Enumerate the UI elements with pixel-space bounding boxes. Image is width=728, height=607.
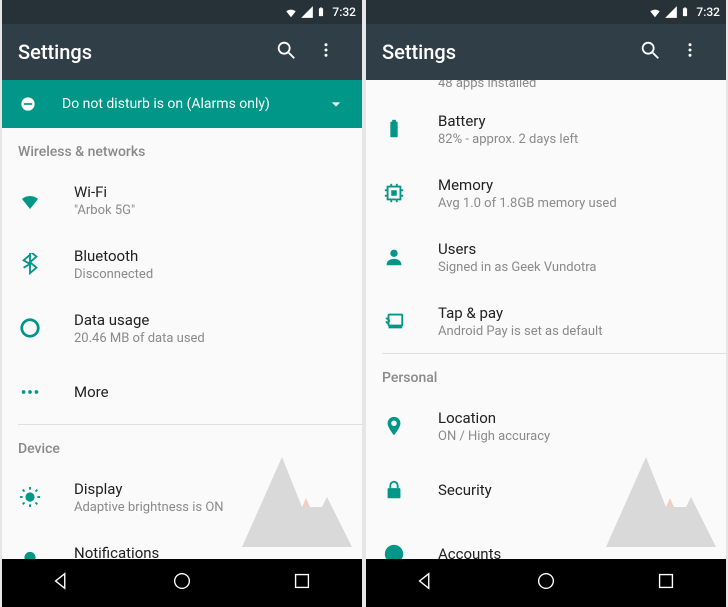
recent-icon [655,570,677,592]
battery-icon [383,118,405,140]
item-sub: Adaptive brightness is ON [74,500,224,515]
home-icon [171,570,193,592]
item-title: Notifications [74,544,172,560]
user-icon [383,246,405,268]
brightness-icon [19,486,41,508]
item-battery[interactable]: Battery 82% - approx. 2 days left [366,97,726,161]
bluetooth-icon [19,253,41,275]
nav-bar [366,559,726,607]
section-personal: Personal [366,354,726,394]
dnd-banner[interactable]: Do not disturb is on (Alarms only) [2,80,362,128]
item-users[interactable]: Users Signed in as Geek Vundotra [366,225,726,289]
nav-recent[interactable] [291,570,313,596]
item-notifications[interactable]: Notifications48 apps installed [2,529,362,559]
accounts-icon [383,543,405,559]
battery-icon [316,5,326,19]
item-bluetooth[interactable]: Bluetooth Disconnected [2,232,362,296]
signal-icon [664,5,678,19]
overflow-button[interactable] [306,39,346,66]
more-vert-icon [317,39,335,61]
location-icon [383,415,405,437]
wifi-icon [18,188,42,212]
section-wireless: Wireless & networks [2,128,362,168]
status-time: 7:32 [696,5,720,19]
nav-recent[interactable] [655,570,677,596]
back-icon [51,570,73,592]
app-bar: Settings [366,24,726,80]
item-tap-pay[interactable]: Tap & pay Android Pay is set as default [366,289,726,353]
search-button[interactable] [630,39,670,66]
item-display[interactable]: Display Adaptive brightness is ON [2,465,362,529]
status-bar: 7:32 [2,0,362,24]
page-title: Settings [18,40,266,64]
settings-list[interactable]: 48 apps installed Battery 82% - approx. 2… [366,80,726,559]
item-accounts[interactable]: Accounts [366,522,726,559]
app-bar: Settings [2,24,362,80]
data-usage-icon [19,317,41,339]
back-icon [415,570,437,592]
item-sub: Signed in as Geek Vundotra [438,260,597,275]
item-memory[interactable]: Memory Avg 1.0 of 1.8GB memory used [366,161,726,225]
home-icon [535,570,557,592]
battery-icon [680,5,690,19]
more-horiz-icon [19,381,41,403]
nav-bar [2,559,362,607]
item-title: Security [438,481,492,499]
nav-home[interactable] [171,570,193,596]
phone-left: 7:32 Settings Do not disturb is on (Alar… [2,0,362,607]
status-bar: 7:32 [366,0,726,24]
item-title: More [74,383,109,401]
page-title: Settings [382,40,630,64]
dnd-icon [18,94,38,114]
item-data-usage[interactable]: Data usage 20.46 MB of data used [2,296,362,360]
search-button[interactable] [266,39,306,66]
wifi-icon [284,5,298,19]
item-title: Memory [438,176,617,194]
nav-back[interactable] [51,570,73,596]
item-sub: Disconnected [74,267,153,282]
memory-icon [383,182,405,204]
item-sub: 82% - approx. 2 days left [438,132,578,147]
expand-icon [326,94,346,114]
dnd-message: Do not disturb is on (Alarms only) [62,96,302,112]
phone-right: 7:32 Settings 48 apps installed Battery 8… [366,0,726,607]
item-sub: Android Pay is set as default [438,324,602,339]
overflow-button[interactable] [670,39,710,66]
item-sub: 20.46 MB of data used [74,331,205,346]
item-sub: Avg 1.0 of 1.8GB memory used [438,196,617,211]
bell-icon [19,550,41,559]
tap-pay-icon [383,310,405,332]
item-location[interactable]: Location ON / High accuracy [366,394,726,458]
item-sub: ON / High accuracy [438,429,550,444]
item-title: Bluetooth [74,247,153,265]
section-device: Device [2,425,362,465]
wifi-icon [648,5,662,19]
item-title: Users [438,240,597,258]
item-sub: "Arbok 5G" [74,203,135,218]
truncated-subtitle: 48 apps installed [366,80,726,97]
item-title: Wi-Fi [74,183,135,201]
item-more[interactable]: More [2,360,362,424]
search-icon [275,39,297,61]
signal-icon [300,5,314,19]
item-wifi[interactable]: Wi-Fi "Arbok 5G" [2,168,362,232]
settings-list[interactable]: Wireless & networks Wi-Fi "Arbok 5G" Blue… [2,128,362,559]
more-vert-icon [681,39,699,61]
item-title: Location [438,409,550,427]
recent-icon [291,570,313,592]
item-title: Tap & pay [438,304,602,322]
search-icon [639,39,661,61]
status-time: 7:32 [332,5,356,19]
item-title: Data usage [74,311,205,329]
lock-icon [383,479,405,501]
item-title: Battery [438,112,578,130]
item-title: Display [74,480,224,498]
item-title: Accounts [438,545,501,559]
nav-back[interactable] [415,570,437,596]
item-security[interactable]: Security [366,458,726,522]
nav-home[interactable] [535,570,557,596]
